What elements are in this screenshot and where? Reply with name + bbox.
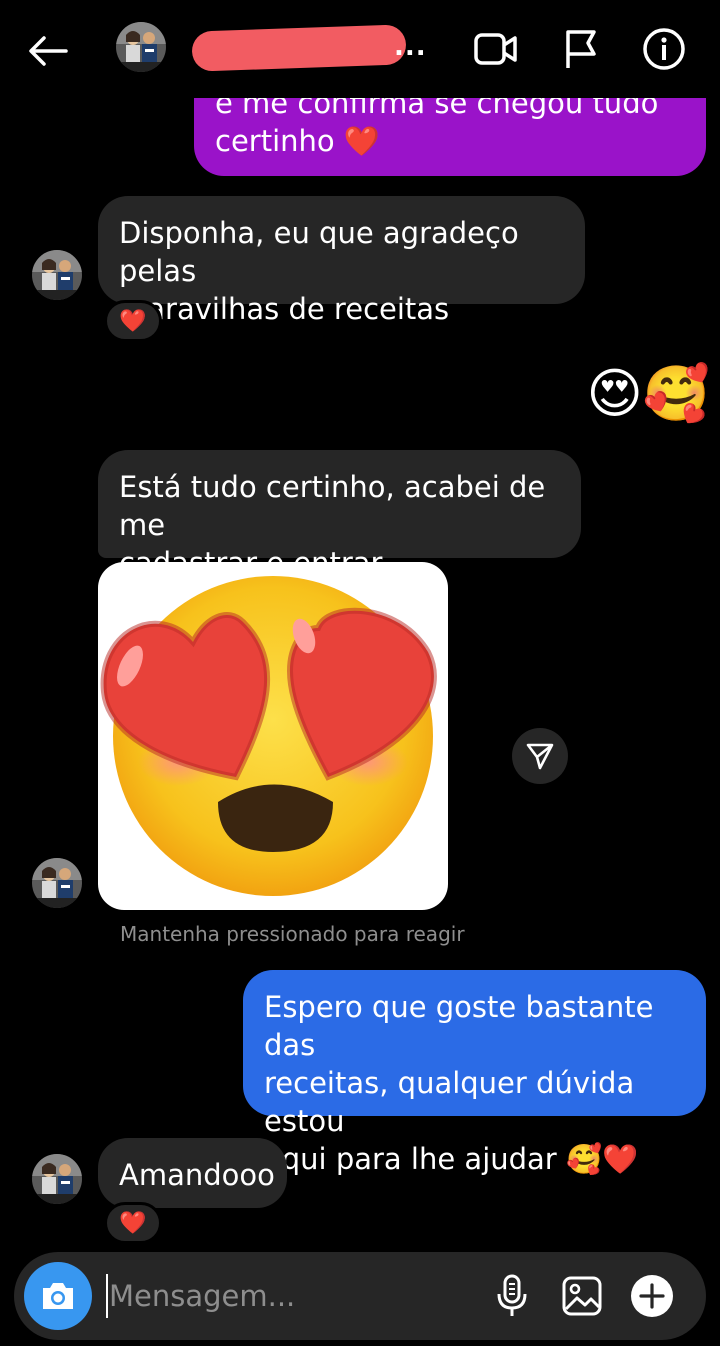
redacted-contact-name[interactable]	[191, 24, 407, 72]
message-input[interactable]: Mensagem...	[109, 1279, 295, 1313]
send-icon	[526, 743, 554, 770]
text-cursor	[106, 1274, 108, 1318]
plus-icon	[631, 1275, 673, 1317]
camera-icon	[43, 1283, 73, 1309]
chat-header: ...	[0, 0, 720, 98]
reaction-hint: Mantenha pressionado para reagir	[120, 922, 465, 946]
share-button[interactable]	[512, 728, 568, 784]
message-composer: Mensagem...	[14, 1252, 706, 1340]
voice-button[interactable]	[488, 1272, 536, 1320]
heart-reaction: ❤️	[119, 308, 147, 334]
avatar[interactable]	[32, 250, 82, 300]
contact-avatar[interactable]	[116, 22, 166, 72]
video-call-button[interactable]	[472, 26, 520, 72]
avatar[interactable]	[32, 1154, 82, 1204]
video-call-icon	[474, 33, 517, 65]
info-icon	[643, 28, 685, 70]
reaction-badge[interactable]: ❤️	[104, 1202, 162, 1244]
heart-eyes-sticker	[100, 576, 437, 896]
emoji-message-sent[interactable]: 😍🥰	[570, 356, 710, 432]
message-sent[interactable]: Espero que goste bastante das receitas, …	[243, 970, 706, 1176]
gallery-icon	[562, 1276, 602, 1316]
message-received[interactable]: Está tudo certinho, acabei de me cadastr…	[98, 450, 581, 580]
avatar[interactable]	[32, 858, 82, 908]
back-arrow-icon	[29, 36, 68, 66]
more-button[interactable]	[628, 1272, 676, 1320]
back-button[interactable]	[22, 28, 72, 74]
message-received[interactable]: Disponha, eu que agradeço pelas maravilh…	[98, 196, 585, 326]
heart-reaction: ❤️	[119, 1210, 147, 1236]
report-button[interactable]	[556, 26, 604, 72]
camera-button[interactable]	[24, 1262, 92, 1330]
contact-name-ellipsis: ...	[394, 32, 427, 62]
message-received[interactable]: Amandooo	[98, 1138, 287, 1208]
sticker-message[interactable]	[98, 562, 448, 910]
reaction-badge[interactable]: ❤️	[104, 300, 162, 342]
info-button[interactable]	[640, 26, 688, 72]
microphone-icon	[497, 1274, 527, 1316]
gallery-button[interactable]	[558, 1272, 606, 1320]
flag-icon	[566, 30, 596, 68]
